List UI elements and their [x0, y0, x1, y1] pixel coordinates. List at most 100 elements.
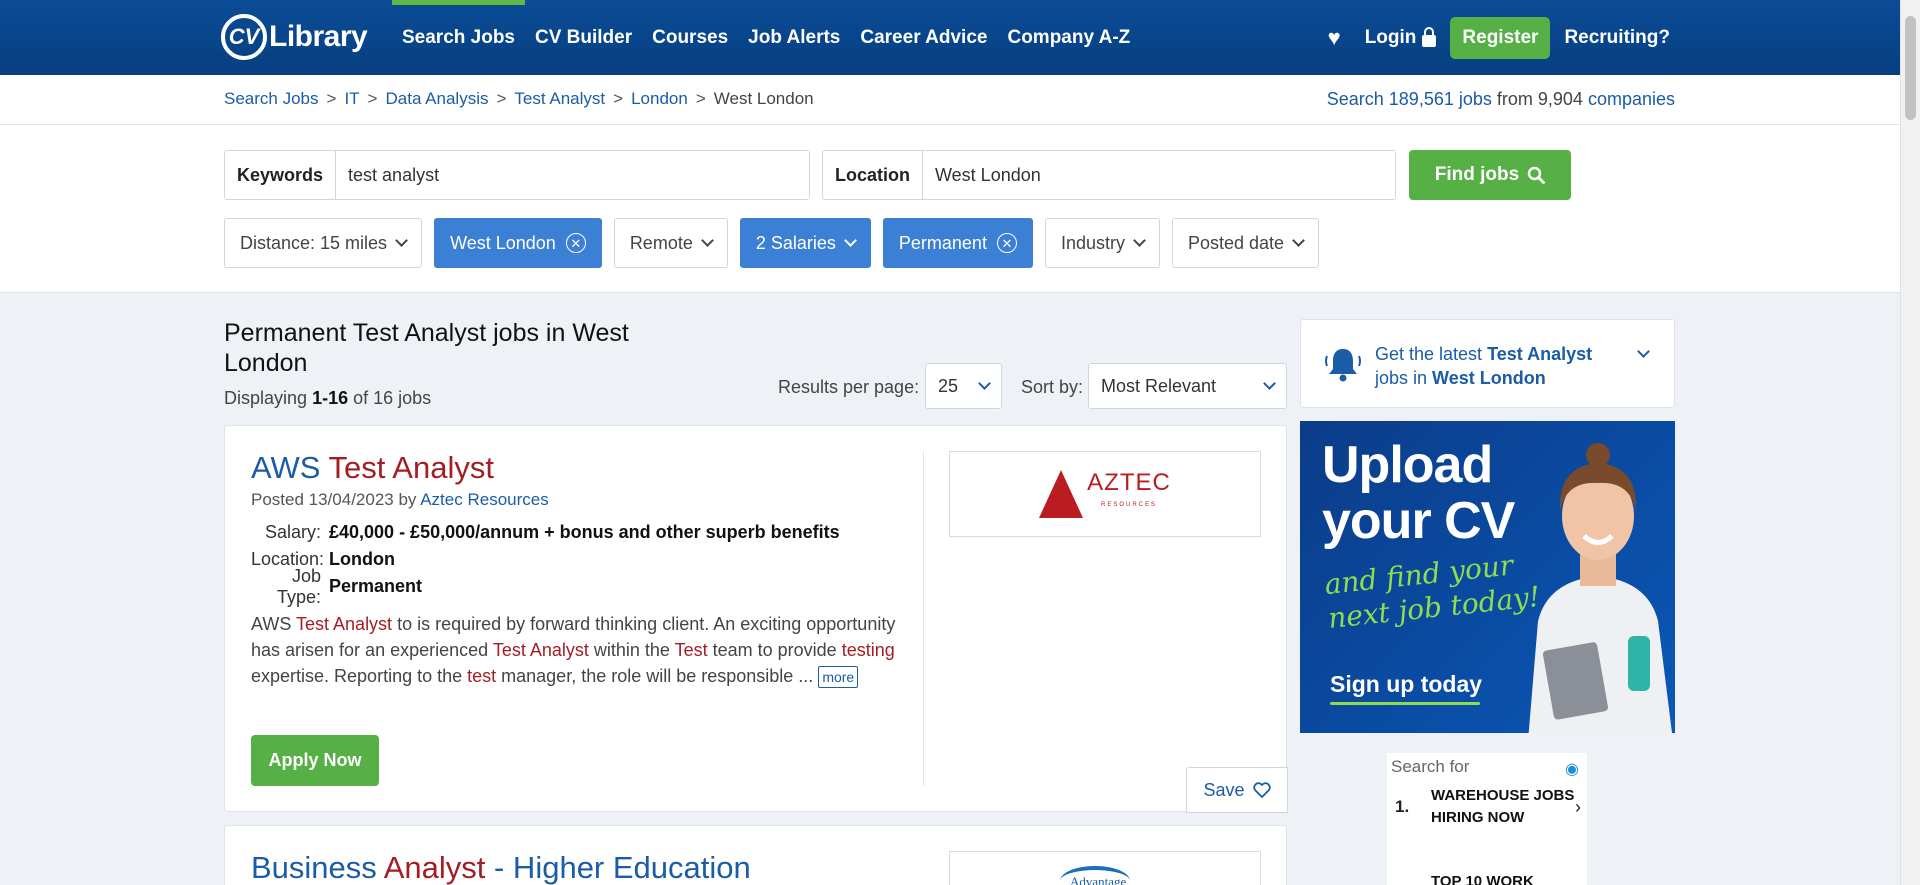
- remove-filter-icon[interactable]: ✕: [996, 233, 1017, 253]
- desc-text: within the: [588, 640, 675, 660]
- stats-from: from 9,904: [1496, 89, 1583, 109]
- lock-icon: [1422, 26, 1437, 47]
- search-area: Keywords Location Find jobs Distance: 15…: [0, 125, 1900, 293]
- nav-job-alerts[interactable]: Job Alerts: [738, 0, 850, 75]
- apply-now-button[interactable]: Apply Now: [251, 735, 379, 786]
- ad-result-row[interactable]: 1. WAREHOUSE JOBS HIRING NOW ›: [1395, 785, 1581, 829]
- company-logo[interactable]: AZTEC RESOURCES: [949, 451, 1261, 537]
- job-title-link[interactable]: AWS Test Analyst: [251, 450, 494, 486]
- breadcrumb-it[interactable]: IT: [344, 89, 359, 109]
- nav-company-a-z[interactable]: Company A-Z: [997, 0, 1140, 75]
- job-title-link[interactable]: Business Analyst - Higher Education: [251, 850, 751, 885]
- login-link[interactable]: Login: [1365, 26, 1437, 49]
- desc-highlight: test: [467, 666, 497, 686]
- logo-text: AZTEC: [1087, 469, 1171, 496]
- company-logo[interactable]: Advantage: [949, 851, 1261, 885]
- save-label: Save: [1203, 779, 1245, 800]
- filter-permanent[interactable]: Permanent ✕: [882, 218, 1033, 268]
- ad-info-eye-icon[interactable]: ◉: [1565, 759, 1579, 779]
- breadcrumb-current: West London: [713, 89, 814, 108]
- keywords-input[interactable]: [336, 151, 809, 199]
- find-jobs-button[interactable]: Find jobs: [1409, 150, 1571, 200]
- sort-by-select[interactable]: Most Relevant: [1088, 363, 1287, 409]
- filter-remote[interactable]: Remote: [613, 218, 728, 268]
- find-jobs-label: Find jobs: [1434, 164, 1520, 185]
- breadcrumb-separator: >: [326, 89, 337, 108]
- job-alert-box[interactable]: Get the latest Test Analyst jobs in West…: [1300, 319, 1675, 408]
- filter-label: Remote: [629, 232, 693, 253]
- filter-bar: Distance: 15 miles West London ✕ Remote 2…: [224, 218, 1320, 268]
- ad-result-title-2[interactable]: TOP 10 WORK: [1431, 873, 1534, 885]
- job-title-part: AWS: [251, 450, 321, 485]
- chevron-right-icon: ›: [1575, 796, 1581, 817]
- stats-prefix: Search: [1326, 89, 1384, 109]
- upload-cv-promo-banner[interactable]: Upload your CV and find your next job toda…: [1300, 421, 1675, 733]
- ad-result-title: WAREHOUSE JOBS HIRING NOW: [1431, 787, 1575, 826]
- salary-row: Salary: £40,000 - £50,000/annum + bonus a…: [251, 519, 840, 546]
- sort-by-label: Sort by:: [1021, 377, 1084, 397]
- remove-filter-icon[interactable]: ✕: [565, 233, 586, 253]
- location-row: Location: London: [251, 546, 840, 573]
- results-count-prefix: Displaying: [224, 388, 308, 408]
- stats-companies-link[interactable]: companies: [1588, 89, 1675, 109]
- filter-salaries[interactable]: 2 Salaries: [739, 218, 871, 268]
- alert-keyword: Test Analyst: [1487, 344, 1593, 364]
- scrollbar-thumb[interactable]: [1905, 16, 1916, 120]
- filter-industry[interactable]: Industry: [1044, 218, 1160, 268]
- breadcrumb-test-analyst[interactable]: Test Analyst: [514, 89, 605, 109]
- filter-label: Posted date: [1187, 232, 1285, 253]
- filter-label: Industry: [1060, 232, 1125, 253]
- filter-west-london[interactable]: West London ✕: [434, 218, 602, 268]
- nav-cv-builder[interactable]: CV Builder: [525, 0, 642, 75]
- results-count: Displaying 1-16 of 16 jobs: [224, 388, 431, 409]
- promo-line: your CV: [1322, 492, 1515, 550]
- breadcrumb-search-jobs[interactable]: Search Jobs: [224, 89, 319, 109]
- advantage-logo-text: Advantage: [1070, 874, 1127, 885]
- location-field: Location: [822, 150, 1396, 200]
- breadcrumb-london[interactable]: London: [631, 89, 688, 109]
- aztec-logo: AZTEC RESOURCES: [1039, 470, 1171, 518]
- promo-heading: Upload your CV: [1322, 436, 1515, 550]
- location-label: Location: [823, 151, 923, 199]
- search-icon: [1527, 166, 1546, 184]
- ad-number: 1.: [1395, 797, 1410, 816]
- more-button[interactable]: more: [818, 666, 859, 688]
- register-button[interactable]: Register: [1450, 16, 1551, 59]
- stats-search-link[interactable]: Search 189,561 jobs: [1327, 89, 1492, 109]
- salary-label: Salary:: [264, 522, 321, 542]
- divider: [923, 451, 924, 786]
- job-card: Business Analyst - Higher Education Adva…: [224, 825, 1287, 885]
- results-per-page-select[interactable]: 25: [925, 363, 1002, 409]
- promo-line: Upload: [1322, 436, 1493, 494]
- chevron-down-icon: [395, 234, 408, 247]
- filter-label: Distance: 15 miles: [240, 232, 388, 253]
- job-title-highlight: Test Analyst: [328, 450, 494, 485]
- job-card: AWS Test Analyst Posted 13/04/2023 by Az…: [224, 425, 1288, 813]
- cv-library-logo[interactable]: CV Library: [221, 12, 368, 62]
- breadcrumb-separator: >: [367, 89, 378, 108]
- nav-career-advice[interactable]: Career Advice: [850, 0, 997, 75]
- nav-search-jobs[interactable]: Search Jobs: [392, 0, 525, 75]
- nav-courses[interactable]: Courses: [642, 0, 738, 75]
- chevron-down-icon: [1637, 345, 1650, 358]
- smiling-woman-illustration: [1528, 443, 1672, 733]
- desc-text: expertise. Reporting to the: [251, 666, 468, 686]
- company-link[interactable]: Aztec Resources: [420, 490, 549, 509]
- save-job-button[interactable]: Save: [1186, 767, 1288, 813]
- alert-location: West London: [1432, 368, 1546, 388]
- job-description: AWS Test Analyst to is required by forwa…: [251, 611, 896, 689]
- ad-search-label: Search for: [1391, 757, 1470, 776]
- filter-posted-date[interactable]: Posted date: [1171, 218, 1320, 268]
- promo-underline: [1330, 702, 1480, 705]
- page-scrollbar[interactable]: [1900, 0, 1920, 885]
- chevron-down-icon: [978, 377, 991, 390]
- keywords-label: Keywords: [225, 151, 337, 199]
- results-count-suffix: of 16 jobs: [353, 388, 432, 408]
- filter-distance[interactable]: Distance: 15 miles: [224, 218, 423, 268]
- location-input[interactable]: [923, 151, 1395, 199]
- breadcrumb-data-analysis[interactable]: Data Analysis: [385, 89, 488, 109]
- recruiting-link[interactable]: Recruiting?: [1564, 27, 1670, 49]
- results-per-page-value: 25: [938, 375, 959, 396]
- account-nav: ♥ Login Register Recruiting?: [1328, 0, 1670, 75]
- saved-jobs-heart-icon[interactable]: ♥: [1328, 25, 1341, 51]
